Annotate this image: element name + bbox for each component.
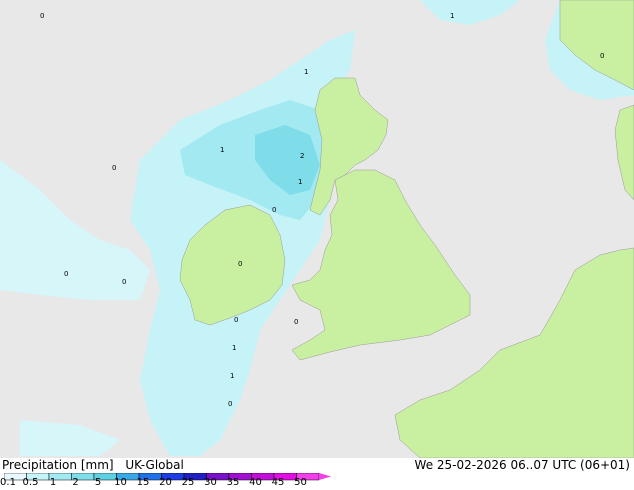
legend-footer: Precipitation [mm] UK-Global We 25-02-20… xyxy=(0,458,634,490)
point-label: 1 xyxy=(220,146,224,154)
point-label: 0 xyxy=(234,316,238,324)
point-label: 0 xyxy=(64,270,68,278)
colorbar-tick-label: 30 xyxy=(204,477,217,488)
colorbar-tick-label: 1 xyxy=(49,477,57,488)
point-label: 0 xyxy=(600,52,604,60)
point-label: 0 xyxy=(122,278,126,286)
colorbar-tick-label: 25 xyxy=(181,477,195,488)
forecast-datetime: We 25-02-2026 06..07 UTC (06+01) xyxy=(414,458,630,472)
colorbar-tick-label: 2 xyxy=(72,477,79,488)
model-label: UK-Global xyxy=(125,458,184,472)
colorbar-tick-label: 35 xyxy=(226,477,240,488)
colorbar-tick-label: 40 xyxy=(249,477,262,488)
point-label: 0 xyxy=(40,12,44,20)
colorbar-tick-label: 50 xyxy=(294,477,307,488)
point-label: 0 xyxy=(228,400,232,408)
point-label: 1 xyxy=(298,178,302,186)
point-label: 1 xyxy=(230,372,234,380)
point-label: 1 xyxy=(304,68,308,76)
point-label: 0 xyxy=(238,260,242,268)
colorbar-tick-label: 20 xyxy=(159,477,172,488)
precipitation-label: Precipitation [mm] xyxy=(2,458,114,472)
point-label: 1 xyxy=(232,344,236,352)
point-label: 0 xyxy=(112,164,116,172)
point-label: 1 xyxy=(450,12,454,20)
colorbar-tick-label: 5 xyxy=(94,477,102,488)
point-label: 2 xyxy=(300,152,304,160)
colorbar-arrow xyxy=(319,473,331,480)
point-label: 0 xyxy=(294,318,298,326)
colorbar-tick-label: 15 xyxy=(136,477,150,488)
colorbar-tick-label: 0.1 xyxy=(0,477,16,488)
legend-title: Precipitation [mm] UK-Global xyxy=(2,458,192,472)
precipitation-map: 0 1 2 0 1 0 1 0 0 0 0 1 1 0 0 1 0 xyxy=(0,0,634,458)
colorbar-tick-label: 10 xyxy=(114,477,127,488)
colorbar-tick-label: 0.5 xyxy=(22,477,39,488)
point-label: 0 xyxy=(272,206,276,214)
colorbar-tick-label: 45 xyxy=(271,477,285,488)
